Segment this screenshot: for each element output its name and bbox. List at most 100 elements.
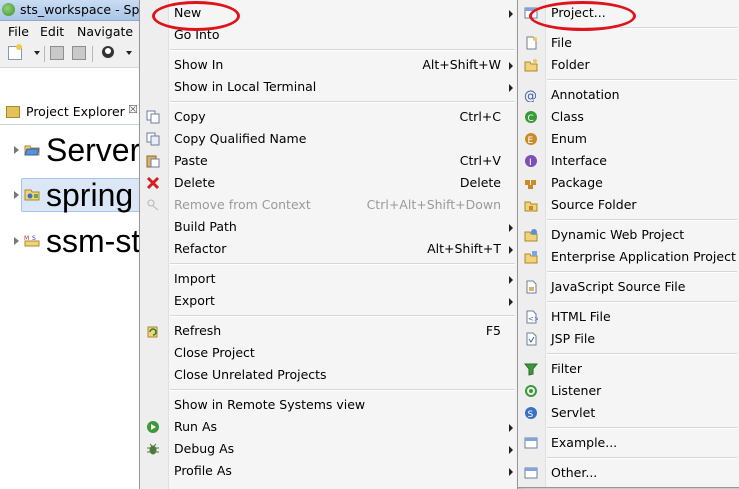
new-example[interactable]: Example... xyxy=(518,432,739,454)
filter-icon xyxy=(523,362,539,376)
save-all-icon[interactable] xyxy=(72,46,86,60)
menu-item-close-unrelated-projects[interactable]: Close Unrelated Projects xyxy=(140,364,517,386)
profile-dropdown-chevron-icon[interactable] xyxy=(126,51,132,55)
menu-item-copy[interactable]: Copy Ctrl+C xyxy=(140,106,517,128)
new-servlet[interactable]: S Servlet xyxy=(518,402,739,424)
menu-item-delete[interactable]: Delete Delete xyxy=(140,172,517,194)
close-icon[interactable]: ☒ xyxy=(128,103,138,116)
submenu-arrow-icon xyxy=(509,468,513,476)
paste-icon xyxy=(146,154,160,168)
new-wizard-icon[interactable] xyxy=(8,44,22,60)
save-icon[interactable] xyxy=(50,46,64,60)
copy-icon xyxy=(146,110,160,124)
menu-item-debug-as[interactable]: Debug As xyxy=(140,438,517,460)
menu-item-refactor[interactable]: Refactor Alt+Shift+T xyxy=(140,238,517,260)
new-class[interactable]: C Class xyxy=(518,106,739,128)
menu-item-go-into[interactable]: Go Into xyxy=(140,24,517,46)
new-javascript-source-file[interactable]: JavaScript Source File xyxy=(518,276,739,298)
menu-item-label: Source Folder xyxy=(551,197,637,212)
menu-item-label: New xyxy=(174,5,202,20)
menu-item-label: Filter xyxy=(551,361,582,376)
interface-icon: I xyxy=(524,154,538,168)
tree-item-label: ssm-st xyxy=(46,223,141,259)
menu-item-shortcut: Ctrl+V xyxy=(459,153,501,168)
menu-item-show-in-remote-systems-view[interactable]: Show in Remote Systems view xyxy=(140,394,517,416)
menu-file[interactable]: File xyxy=(8,24,29,39)
svg-text:C: C xyxy=(528,114,534,124)
menu-item-shortcut: Ctrl+Alt+Shift+Down xyxy=(366,197,501,212)
menu-separator xyxy=(547,27,737,29)
project-explorer-title: Project Explorer xyxy=(26,104,125,119)
delete-icon xyxy=(146,176,160,190)
new-project-icon xyxy=(524,6,538,20)
menu-separator xyxy=(547,79,737,81)
menu-item-run-as[interactable]: Run As xyxy=(140,416,517,438)
tree-item-spring[interactable]: spring xyxy=(0,177,153,213)
new-enum[interactable]: E Enum xyxy=(518,128,739,150)
menu-item-show-in-local-terminal[interactable]: Show in Local Terminal xyxy=(140,76,517,98)
menu-item-label: JavaScript Source File xyxy=(551,279,686,294)
menu-navigate[interactable]: Navigate xyxy=(77,24,133,39)
new-package[interactable]: Package xyxy=(518,172,739,194)
menu-item-new[interactable]: New xyxy=(140,2,517,24)
new-listener[interactable]: Listener xyxy=(518,380,739,402)
menu-edit[interactable]: Edit xyxy=(40,24,64,39)
new-html-file[interactable]: <> HTML File xyxy=(518,306,739,328)
menu-separator xyxy=(170,263,515,265)
submenu-arrow-icon xyxy=(509,246,513,254)
spring-tool-suite-icon xyxy=(2,3,15,16)
example-icon xyxy=(524,436,538,450)
svg-text:S: S xyxy=(528,410,534,420)
new-jsp-file[interactable]: JSP File xyxy=(518,328,739,350)
menu-item-build-path[interactable]: Build Path xyxy=(140,216,517,238)
svg-text:<>: <> xyxy=(528,315,538,323)
menu-item-profile-as[interactable]: Profile As xyxy=(140,460,517,482)
menu-item-label: Refactor xyxy=(174,241,227,256)
menu-item-label: Show in Local Terminal xyxy=(174,79,317,94)
new-file[interactable]: File xyxy=(518,32,739,54)
menu-item-label: Copy xyxy=(174,109,206,124)
new-annotation[interactable]: @ Annotation xyxy=(518,84,739,106)
tree-item-server[interactable]: Server xyxy=(0,133,150,167)
tree-item-label: spring xyxy=(46,177,134,213)
menu-item-label: File xyxy=(551,35,572,50)
main-menubar: File Edit Navigate xyxy=(0,21,150,41)
new-source-folder[interactable]: Source Folder xyxy=(518,194,739,216)
new-filter[interactable]: Filter xyxy=(518,358,739,380)
menu-item-close-project[interactable]: Close Project xyxy=(140,342,517,364)
menu-item-import[interactable]: Import xyxy=(140,268,517,290)
project-explorer-tab[interactable]: Project Explorer ☒ xyxy=(0,100,150,125)
menu-item-label: Project... xyxy=(551,5,606,20)
expand-arrow-icon[interactable] xyxy=(14,191,19,199)
new-dropdown-chevron-icon[interactable] xyxy=(34,51,40,55)
menu-item-paste[interactable]: Paste Ctrl+V xyxy=(140,150,517,172)
menu-item-label: Export xyxy=(174,293,215,308)
new-other[interactable]: Other... xyxy=(518,462,739,484)
menu-separator xyxy=(547,353,737,355)
new-folder[interactable]: Folder xyxy=(518,54,739,76)
submenu-arrow-icon xyxy=(509,10,513,18)
menu-item-refresh[interactable]: Refresh F5 xyxy=(140,320,517,342)
menu-item-show-in[interactable]: Show In Alt+Shift+W xyxy=(140,54,517,76)
menu-item-remove-from-context: Remove from Context Ctrl+Alt+Shift+Down xyxy=(140,194,517,216)
new-project[interactable]: Project... xyxy=(518,2,739,24)
tree-item-ssm[interactable]: MS ssm-st xyxy=(0,224,150,258)
maven-project-icon: MS xyxy=(24,234,40,247)
menu-item-label: Run As xyxy=(174,419,218,434)
new-interface[interactable]: I Interface xyxy=(518,150,739,172)
profile-icon[interactable] xyxy=(102,46,114,58)
window-title: sts_workspace - Spri xyxy=(20,2,149,17)
expand-arrow-icon[interactable] xyxy=(14,237,19,245)
expand-arrow-icon[interactable] xyxy=(14,146,19,154)
menu-item-label: Folder xyxy=(551,57,590,72)
file-icon xyxy=(524,36,538,50)
class-icon: C xyxy=(524,110,538,124)
menu-item-export[interactable]: Export xyxy=(140,290,517,312)
new-dynamic-web-project[interactable]: Dynamic Web Project xyxy=(518,224,739,246)
new-enterprise-application-project[interactable]: Enterprise Application Project xyxy=(518,246,739,268)
run-icon xyxy=(146,420,160,434)
menu-item-copy-qualified-name[interactable]: Copy Qualified Name xyxy=(140,128,517,150)
menu-item-label: Listener xyxy=(551,383,602,398)
remove-from-context-icon xyxy=(146,198,160,212)
menu-item-label: Close Unrelated Projects xyxy=(174,367,327,382)
